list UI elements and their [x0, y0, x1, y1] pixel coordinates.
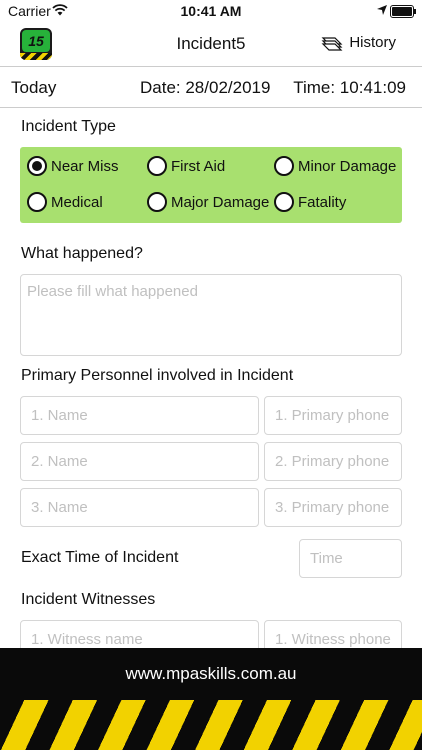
today-label: Today	[11, 78, 57, 97]
location-arrow-icon	[376, 3, 388, 19]
radio-first-aid[interactable]: First Aid	[147, 156, 225, 176]
personnel-phone-3-input[interactable]	[264, 488, 402, 527]
history-icon	[321, 35, 345, 51]
hazard-stripes	[0, 700, 422, 750]
personnel-phone-2-input[interactable]	[264, 442, 402, 481]
incident-type-radio-group: Near Miss First Aid Minor Damage Medical…	[20, 147, 402, 223]
radio-near-miss[interactable]: Near Miss	[27, 156, 119, 176]
radio-unchecked-icon	[274, 156, 294, 176]
clock: 10:41 AM	[180, 3, 242, 19]
radio-major-damage[interactable]: Major Damage	[147, 192, 269, 212]
radio-label: Near Miss	[51, 157, 119, 175]
radio-label: Medical	[51, 193, 103, 211]
logo-hazard-stripes	[20, 53, 52, 60]
personnel-label: Primary Personnel involved in Incident	[21, 367, 294, 384]
battery-icon	[390, 5, 416, 18]
radio-label: Fatality	[298, 193, 347, 211]
personnel-name-3-input[interactable]	[20, 488, 259, 527]
witnesses-label: Incident Witnesses	[21, 591, 156, 608]
radio-medical[interactable]: Medical	[27, 192, 103, 212]
exact-time-label: Exact Time of Incident	[21, 549, 179, 566]
footer-url[interactable]: www.mpaskills.com.au	[0, 664, 422, 684]
footer-banner: www.mpaskills.com.au	[0, 648, 422, 750]
status-bar: Carrier 10:41 AM	[0, 0, 422, 22]
radio-fatality[interactable]: Fatality	[274, 192, 346, 212]
radio-label: Minor Damage	[298, 157, 397, 175]
radio-minor-damage[interactable]: Minor Damage	[274, 156, 396, 176]
incident-type-label: Incident Type	[21, 118, 116, 135]
radio-checked-icon	[27, 156, 47, 176]
history-label: History	[349, 34, 396, 51]
radio-unchecked-icon	[147, 192, 167, 212]
personnel-name-1-input[interactable]	[20, 396, 259, 435]
date-label: Date: 28/02/2019	[140, 78, 271, 97]
what-happened-input[interactable]	[20, 274, 402, 356]
history-button[interactable]: History	[321, 34, 396, 51]
radio-unchecked-icon	[274, 192, 294, 212]
radio-label: Major Damage	[171, 193, 270, 211]
personnel-name-2-input[interactable]	[20, 442, 259, 481]
radio-label: First Aid	[171, 157, 226, 175]
what-happened-label: What happened?	[21, 245, 143, 262]
personnel-phone-1-input[interactable]	[264, 396, 402, 435]
radio-unchecked-icon	[147, 156, 167, 176]
date-bar: Today Date: 28/02/2019 Time: 10:41:09	[0, 67, 422, 108]
radio-unchecked-icon	[27, 192, 47, 212]
exact-time-input[interactable]	[299, 539, 402, 578]
nav-bar: 15 Incident5 History	[0, 22, 422, 67]
time-label: Time: 10:41:09	[293, 78, 406, 97]
